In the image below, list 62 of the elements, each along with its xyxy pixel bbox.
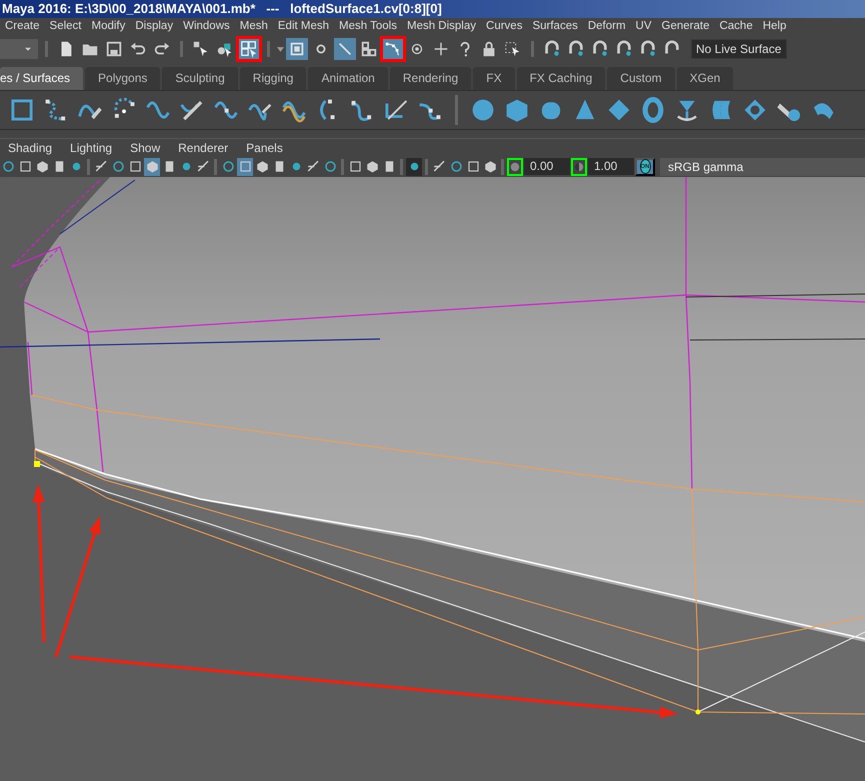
magnet-dots-icon (615, 40, 633, 58)
square-icon (9, 97, 35, 123)
view-button[interactable] (237, 158, 253, 176)
shelf-tab[interactable]: FX Caching (516, 67, 606, 90)
magnet-point-icon (591, 40, 609, 58)
save-icon (105, 40, 123, 58)
square-icon (288, 40, 306, 58)
shelf-tab[interactable]: Polygons (85, 67, 160, 90)
menu-item[interactable]: Deform (582, 18, 631, 35)
component-select-icon (240, 40, 258, 58)
window-title: Maya 2016: E:\3D\00_2018\MAYA\001.mb* --- loftedSurface1.cv[0:8][0] (0, 0, 865, 18)
shelf-tab[interactable]: Animation (308, 67, 388, 90)
menu-item[interactable]: Create (0, 18, 45, 35)
view-button[interactable] (406, 158, 422, 176)
menu-item[interactable]: Mesh (234, 18, 273, 35)
menu-item[interactable]: Windows (178, 18, 235, 35)
hierarchy-select-icon (192, 40, 210, 58)
menu-item[interactable]: Mesh Display (402, 18, 482, 35)
shelf-tab[interactable]: Rendering (390, 67, 472, 90)
shelf-tab[interactable]: Rigging (240, 67, 306, 90)
menu-item[interactable]: Generate (656, 18, 714, 35)
sphere-icon (470, 97, 496, 123)
menu-item[interactable]: UV (630, 18, 657, 35)
shelf-tab[interactable]: XGen (676, 67, 734, 90)
magnet-grid-icon (543, 40, 561, 58)
menu-item[interactable]: Select (44, 18, 86, 35)
view-button[interactable] (144, 158, 160, 176)
menu-item[interactable]: Cache (714, 18, 758, 35)
menu-item[interactable]: Surfaces (527, 18, 583, 35)
gamma-button[interactable] (571, 158, 587, 176)
gamma-field[interactable]: 1.00 (588, 158, 634, 175)
menu-item[interactable]: Edit Mesh (272, 18, 334, 35)
line-icon (336, 40, 354, 58)
menu-item[interactable]: Modify (86, 18, 130, 35)
diamond-icon (606, 97, 632, 123)
panel-menu-item[interactable]: Shading (0, 139, 62, 156)
live-surface-field[interactable]: No Live Surface (691, 39, 787, 59)
cube-icon (504, 97, 530, 123)
panel-menu-item[interactable]: Show (122, 139, 170, 156)
magnet-plane-icon (639, 40, 657, 58)
tool-button[interactable] (382, 38, 404, 60)
menu-item[interactable]: Mesh Tools (334, 18, 402, 35)
torus-icon (640, 97, 666, 123)
planar-icon (742, 97, 768, 123)
panel-menu-item[interactable]: Renderer (170, 139, 238, 156)
magnet-curve-icon (567, 40, 585, 58)
panel-menu-item[interactable]: Lighting (62, 139, 122, 156)
menu-item[interactable]: Curves (481, 18, 528, 35)
plus-icon (432, 40, 450, 58)
curve-points-icon (384, 40, 402, 58)
panel-menu-item[interactable]: Panels (238, 139, 293, 156)
blocks-icon (360, 40, 378, 58)
caret-icon (277, 47, 284, 52)
shelf-tab[interactable]: es / Surfaces (0, 67, 84, 90)
shelf-tab[interactable]: FX (473, 67, 515, 90)
menu-item[interactable]: Help (758, 18, 792, 35)
exposure-field[interactable]: 0.00 (524, 158, 570, 175)
exposure-button[interactable] (507, 158, 523, 176)
shelf-tab[interactable]: Sculpting (162, 67, 238, 90)
shelf-tab[interactable]: Custom (607, 67, 675, 90)
menu-item[interactable]: Display (130, 18, 178, 35)
view-transform-dropdown[interactable]: sRGB gamma (660, 158, 865, 176)
